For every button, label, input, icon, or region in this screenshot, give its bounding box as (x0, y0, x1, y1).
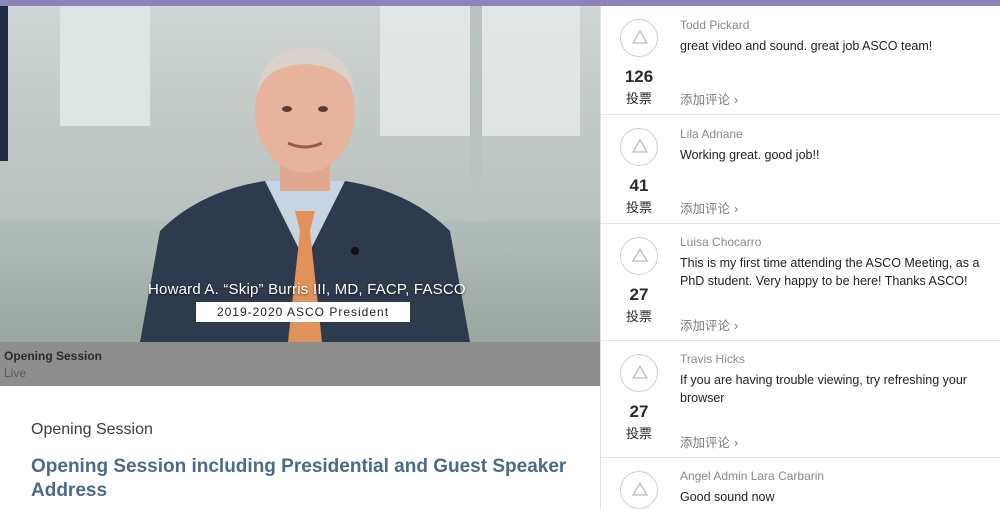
triangle-up-outline-icon (632, 482, 648, 496)
comment-author: Luisa Chocarro (680, 235, 762, 249)
comment-author: Angel Admin Lara Carbarin (680, 469, 825, 483)
live-indicator: Live (4, 366, 27, 380)
chevron-right-icon: › (734, 202, 739, 216)
video-status-bar: Opening Session Live (0, 342, 600, 386)
comment-item: 126 投票 Todd Pickard great video and soun… (601, 6, 1000, 115)
vote-label: 投票 (625, 200, 652, 215)
comment-text: This is my first time attending the ASCO… (680, 256, 980, 288)
upvote-button[interactable] (620, 128, 658, 166)
chevron-right-icon: › (734, 319, 739, 333)
upvote-button[interactable] (620, 19, 658, 57)
comment-author: Todd Pickard (680, 18, 750, 32)
session-label: Opening Session (31, 421, 153, 438)
comment-author: Travis Hicks (680, 352, 745, 366)
speaker-title-caption: 2019-2020 ASCO President (196, 302, 410, 322)
vote-label: 投票 (625, 309, 652, 324)
left-edge-shadow (0, 6, 8, 161)
comment-item: 27 投票 Travis Hicks If you are having tro… (601, 341, 1000, 458)
comment-text: If you are having trouble viewing, try r… (680, 373, 967, 405)
video-player[interactable]: Howard A. “Skip” Burris III, MD, FACP, F… (0, 6, 600, 342)
upvote-button[interactable] (620, 237, 658, 275)
comment-author: Lila Adnane (680, 127, 743, 141)
vote-label: 投票 (625, 426, 652, 441)
comment-item: 27 投票 Luisa Chocarro This is my first ti… (601, 224, 1000, 341)
background-window (60, 6, 150, 126)
upvote-button[interactable] (620, 354, 658, 392)
add-comment-label: 添加评论 (680, 436, 731, 450)
add-comment-link[interactable]: 添加评论 › (680, 198, 738, 217)
triangle-up-outline-icon (632, 248, 648, 262)
add-comment-label: 添加评论 (680, 93, 731, 107)
comment-item: 41 投票 Lila Adnane Working great. good jo… (601, 115, 1000, 224)
comment-text: Working great. good job!! (680, 148, 820, 162)
add-comment-link[interactable]: 添加评论 › (680, 315, 738, 334)
vote-count: 27 (629, 285, 649, 304)
chevron-right-icon: › (734, 436, 739, 450)
chevron-right-icon: › (734, 93, 739, 107)
comment-item: Angel Admin Lara Carbarin Good sound now (601, 458, 1000, 509)
comment-text: great video and sound. great job ASCO te… (680, 39, 933, 53)
add-comment-label: 添加评论 (680, 202, 731, 216)
session-heading: Opening Session including Presidential a… (31, 456, 567, 501)
vote-count: 27 (629, 402, 649, 421)
vote-count: 126 (624, 67, 654, 86)
speaker-name-caption: Howard A. “Skip” Burris III, MD, FACP, F… (148, 281, 466, 298)
comments-panel[interactable]: 126 投票 Todd Pickard great video and soun… (600, 6, 1000, 509)
add-comment-link[interactable]: 添加评论 › (680, 432, 738, 451)
comment-text: Good sound now (680, 490, 775, 504)
vote-label: 投票 (625, 91, 652, 106)
upvote-button[interactable] (620, 471, 658, 509)
video-status-title: Opening Session (4, 349, 103, 363)
vote-count: 41 (629, 176, 649, 195)
triangle-up-outline-icon (632, 30, 648, 44)
triangle-up-outline-icon (632, 139, 648, 153)
add-comment-label: 添加评论 (680, 319, 731, 333)
triangle-up-outline-icon (632, 365, 648, 379)
add-comment-link[interactable]: 添加评论 › (680, 89, 738, 108)
